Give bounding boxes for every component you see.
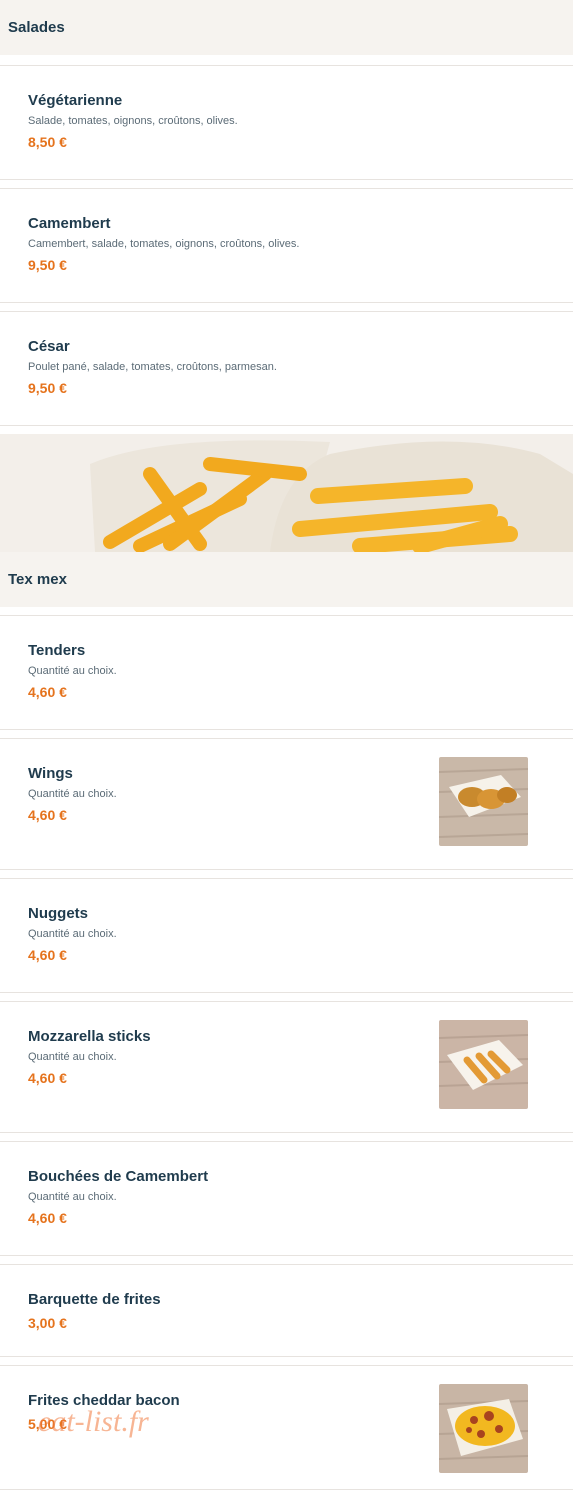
item-name: Barquette de frites xyxy=(28,1291,161,1308)
menu-item-bouchees-camembert[interactable]: Bouchées de Camembert Quantité au choix.… xyxy=(0,1142,573,1256)
menu-item-vegetarienne[interactable]: Végétarienne Salade, tomates, oignons, c… xyxy=(0,66,573,180)
section-header-tex-mex: Tex mex xyxy=(0,552,573,607)
item-price: 3,00 € xyxy=(28,1315,67,1331)
watermark: eat-list.fr xyxy=(38,1405,149,1438)
section-header-salades: Salades xyxy=(0,0,573,55)
fries-banner-image xyxy=(0,434,573,552)
wings-photo xyxy=(439,757,528,846)
item-description: Salade, tomates, oignons, croûtons, oliv… xyxy=(28,115,238,127)
section-title: Tex mex xyxy=(8,571,67,588)
item-price: 9,50 € xyxy=(28,380,67,396)
menu-item-mozzarella-sticks[interactable]: Mozzarella sticks Quantité au choix. 4,6… xyxy=(0,1002,573,1133)
item-name: César xyxy=(28,338,70,355)
menu-item-tenders[interactable]: Tenders Quantité au choix. 4,60 € xyxy=(0,616,573,730)
item-name: Bouchées de Camembert xyxy=(28,1168,209,1185)
item-name: Nuggets xyxy=(28,905,88,922)
mozzarella-sticks-photo xyxy=(439,1020,528,1109)
item-name: Végétarienne xyxy=(28,92,123,109)
item-price: 9,50 € xyxy=(28,257,67,273)
item-description: Poulet pané, salade, tomates, croûtons, … xyxy=(28,361,277,373)
menu-item-cesar[interactable]: César Poulet pané, salade, tomates, croû… xyxy=(0,312,573,426)
item-price: 4,60 € xyxy=(28,1210,67,1226)
menu-item-nuggets[interactable]: Nuggets Quantité au choix. 4,60 € xyxy=(0,879,573,993)
item-description: Camembert, salade, tomates, oignons, cro… xyxy=(28,238,300,250)
menu-item-barquette-frites[interactable]: Barquette de frites 3,00 € xyxy=(0,1265,573,1357)
item-price: 8,50 € xyxy=(28,134,67,150)
item-description: Quantité au choix. xyxy=(28,928,117,940)
fries-illustration xyxy=(0,434,573,552)
item-description: Quantité au choix. xyxy=(28,665,117,677)
section-title: Salades xyxy=(8,19,65,36)
item-price: 4,60 € xyxy=(28,947,67,963)
menu-item-camembert[interactable]: Camembert Camembert, salade, tomates, oi… xyxy=(0,189,573,303)
frites-cheddar-bacon-photo xyxy=(439,1384,528,1473)
item-description: Quantité au choix. xyxy=(28,1191,117,1203)
item-name: Camembert xyxy=(28,215,111,232)
menu-item-wings[interactable]: Wings Quantité au choix. 4,60 € xyxy=(0,739,573,870)
item-name: Tenders xyxy=(28,642,86,659)
item-price: 4,60 € xyxy=(28,684,67,700)
